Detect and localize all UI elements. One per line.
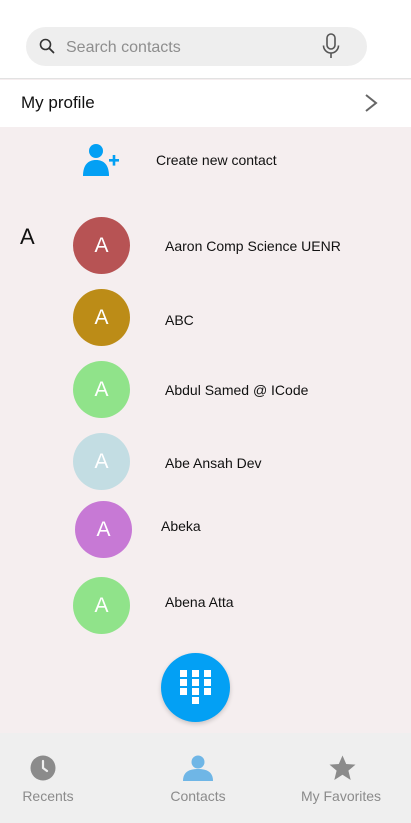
- top-bar: Search contacts: [0, 0, 411, 79]
- my-profile-row[interactable]: My profile: [0, 80, 411, 127]
- contact-row[interactable]: A Aaron Comp Science UENR: [0, 217, 411, 277]
- contacts-person-icon: [183, 755, 213, 781]
- my-profile-label: My profile: [21, 93, 95, 112]
- contact-avatar: A: [73, 577, 130, 634]
- contact-name: Aaron Comp Science UENR: [165, 238, 341, 254]
- contact-name: ABC: [165, 312, 194, 328]
- tab-recents[interactable]: Recents: [0, 733, 96, 823]
- contact-name: Abdul Samed @ ICode: [165, 382, 309, 398]
- microphone-icon[interactable]: [321, 33, 341, 60]
- contact-row[interactable]: A Abena Atta: [0, 577, 411, 637]
- dialpad-button[interactable]: [161, 653, 230, 722]
- search-icon: [39, 38, 55, 54]
- add-contact-icon: [83, 144, 119, 176]
- contact-name: Abe Ansah Dev: [165, 455, 262, 471]
- contact-avatar: A: [73, 217, 130, 274]
- contact-row[interactable]: A Abdul Samed @ ICode: [0, 361, 411, 421]
- contact-avatar: A: [75, 501, 132, 558]
- create-new-contact-button[interactable]: Create new contact: [0, 135, 411, 187]
- contact-row[interactable]: A Abeka: [0, 501, 411, 561]
- contact-avatar: A: [73, 361, 130, 418]
- contact-row[interactable]: A Abe Ansah Dev: [0, 433, 411, 493]
- tab-my-favorites[interactable]: My Favorites: [290, 733, 392, 823]
- tab-recents-label: Recents: [22, 788, 74, 804]
- search-input[interactable]: Search contacts: [66, 27, 181, 66]
- contact-avatar: A: [73, 289, 130, 346]
- create-new-contact-label: Create new contact: [156, 152, 277, 168]
- dialpad-icon: [180, 670, 211, 704]
- contact-row[interactable]: A ABC: [0, 289, 411, 349]
- tab-my-favorites-label: My Favorites: [300, 788, 382, 804]
- search-bar[interactable]: Search contacts: [26, 27, 367, 66]
- chevron-right-icon: [365, 94, 378, 112]
- contact-avatar: A: [73, 433, 130, 490]
- contact-name: Abeka: [161, 518, 201, 534]
- tab-contacts[interactable]: Contacts: [150, 733, 246, 823]
- clock-icon: [30, 755, 56, 781]
- bottom-navigation: Recents Contacts My Favorites: [0, 733, 411, 823]
- tab-contacts-label: Contacts: [170, 788, 226, 804]
- contact-name: Abena Atta: [165, 594, 234, 610]
- star-icon: [329, 755, 356, 780]
